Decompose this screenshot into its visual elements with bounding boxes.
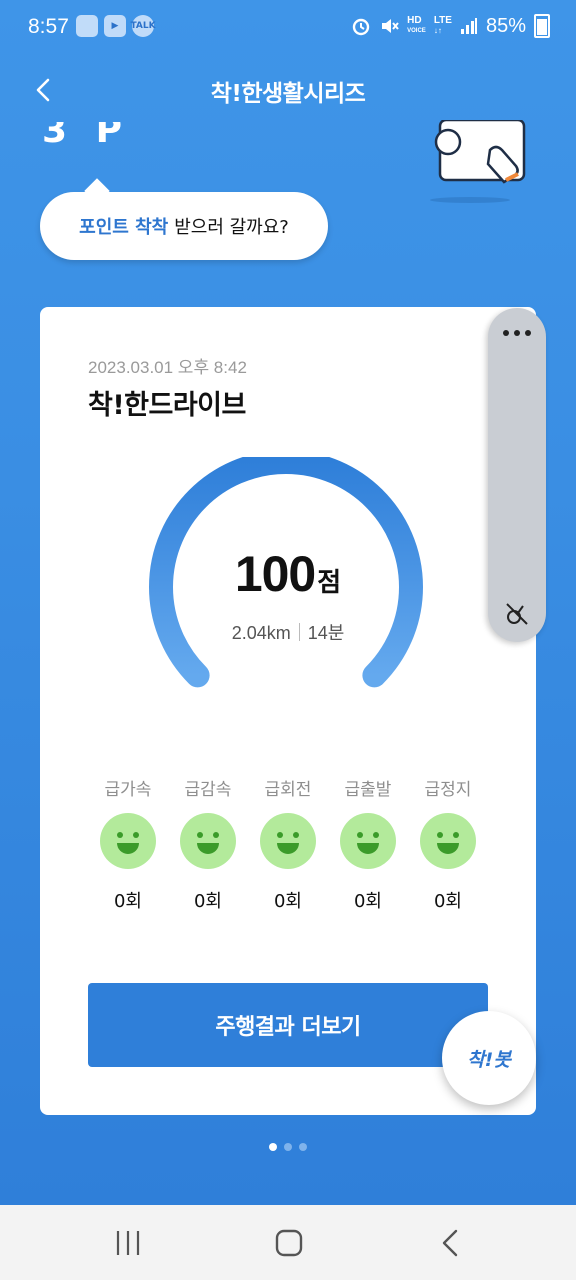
event-count: 0회: [113, 891, 142, 912]
system-back-button[interactable]: [420, 1223, 480, 1263]
smile-face-icon: [260, 813, 316, 869]
points-bubble[interactable]: 포인트 착착 받으러 갈까요?: [40, 192, 328, 260]
hd-label: HD: [407, 15, 422, 26]
status-left-icons: ▶ TALK: [76, 15, 156, 37]
card-title: 착!한드라이브: [88, 390, 246, 421]
battery-icon: [534, 14, 550, 38]
smile-face-icon: [180, 813, 236, 869]
points-text: 3 P: [42, 122, 130, 151]
drive-date: 2023.03.01 오후 8:42: [88, 358, 247, 377]
driving-off-icon[interactable]: [503, 600, 531, 628]
divider: [298, 623, 300, 641]
chatbot-button[interactable]: 착!봇: [442, 1011, 536, 1105]
score-unit: 점: [317, 568, 342, 598]
page-indicator: [0, 1143, 576, 1151]
lte-icon: LTE ↓↑: [433, 15, 452, 36]
kakaotalk-label: TALK: [130, 21, 156, 31]
distance: 2.04km: [231, 623, 291, 643]
hand-tap-illustration-icon: [430, 120, 526, 203]
event-label: 급감속: [184, 780, 232, 800]
event-count: 0회: [433, 891, 462, 912]
side-panel[interactable]: [488, 308, 546, 642]
page-title: 착!한생활시리즈: [210, 81, 366, 107]
event-rapid-start: 급출발 0회: [328, 775, 408, 915]
bubble-highlight: 포인트 착착: [79, 217, 169, 238]
event-count: 0회: [273, 891, 302, 912]
more-dots-icon[interactable]: [488, 330, 546, 340]
bubble-text: 받으러 갈까요?: [174, 217, 289, 238]
event-count: 0회: [353, 891, 382, 912]
event-label: 급정지: [424, 780, 472, 800]
status-bar: 8:57 ▶ TALK HD VOICE LTE ↓↑ 85%: [0, 0, 576, 56]
event-rapid-accel: 급가속 0회: [88, 775, 168, 915]
app-header: 착!한생활시리즈: [0, 62, 576, 118]
status-time: 8:57: [28, 15, 69, 38]
page-dot[interactable]: [269, 1143, 277, 1151]
kakaotalk-icon: TALK: [130, 15, 156, 37]
signal-icon: [460, 18, 477, 34]
event-sharp-turn: 급회전 0회: [248, 775, 328, 915]
lte-label: LTE: [433, 15, 452, 26]
event-label: 급출발: [344, 780, 392, 800]
status-right-icons: HD VOICE LTE ↓↑ 85%: [351, 14, 550, 38]
event-label: 급회전: [264, 780, 312, 800]
points-value: 3 P: [42, 122, 130, 158]
event-rapid-stop: 급정지 0회: [408, 775, 488, 915]
event-rapid-decel: 급감속 0회: [168, 775, 248, 915]
system-nav-bar: [0, 1205, 576, 1280]
driving-result-card: 2023.03.01 오후 8:42 착!한드라이브 100점 2.04km 14…: [40, 307, 536, 1115]
media-app-icon: ▶: [104, 15, 126, 37]
score-display: 100점: [40, 545, 536, 603]
page-dot[interactable]: [299, 1143, 307, 1151]
page-dot[interactable]: [284, 1143, 292, 1151]
battery-percent: 85%: [485, 14, 526, 37]
event-count: 0회: [193, 891, 222, 912]
volte-icon: HD VOICE: [407, 15, 426, 35]
view-more-results-button[interactable]: 주행결과 더보기: [88, 983, 488, 1067]
drive-summary: 2.04km 14분: [40, 619, 536, 645]
home-button[interactable]: [259, 1223, 319, 1263]
mute-icon: [382, 19, 399, 33]
smile-face-icon: [340, 813, 396, 869]
smile-face-icon: [100, 813, 156, 869]
recent-apps-button[interactable]: [98, 1223, 158, 1263]
alarm-icon: [352, 18, 370, 36]
message-app-icon: [76, 15, 98, 37]
driving-events: 급가속 0회 급감속 0회 급회전 0회 급출발 0회 급정지 0회: [88, 775, 488, 915]
event-label: 급가속: [104, 780, 152, 800]
smile-face-icon: [420, 813, 476, 869]
score-value: 100: [234, 546, 316, 602]
duration: 14분: [307, 623, 345, 643]
